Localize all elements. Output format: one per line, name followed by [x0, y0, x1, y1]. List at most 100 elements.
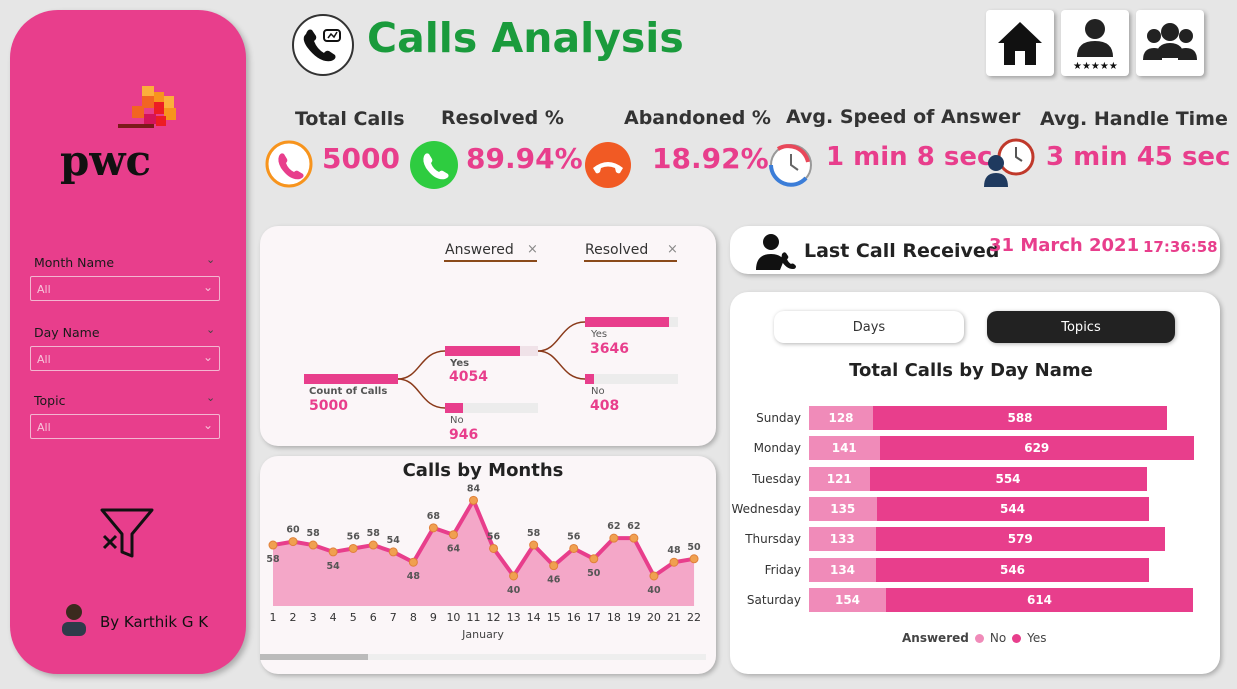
x-tick-label: 13	[507, 611, 521, 624]
x-tick-label: 2	[290, 611, 297, 624]
bar-no[interactable]: 141	[809, 436, 880, 461]
data-point[interactable]	[428, 523, 438, 533]
x-tick-label: 17	[587, 611, 601, 624]
bar-no[interactable]: 121	[809, 466, 870, 491]
data-point[interactable]	[448, 530, 458, 540]
legend-title: Answered	[902, 631, 969, 645]
slicer-label-day: Day Name	[34, 325, 100, 340]
day-slicer-dropdown[interactable]: All ⌄	[30, 346, 220, 371]
x-tick-label: 9	[430, 611, 437, 624]
day-label: Tuesday	[752, 471, 801, 486]
x-tick-label: 22	[687, 611, 701, 624]
data-point[interactable]	[388, 547, 398, 557]
month-slicer-dropdown[interactable]: All ⌄	[30, 276, 220, 301]
month-slicer-value: All	[37, 283, 51, 296]
bar-yes[interactable]: 546	[876, 557, 1149, 582]
chevron-down-icon[interactable]: ⌄	[206, 391, 215, 404]
tree-root-bar[interactable]	[304, 374, 398, 384]
bar-yes[interactable]: 554	[869, 466, 1147, 491]
tree-answered-yes-value: 4054	[449, 369, 488, 385]
phone-hangup-icon	[583, 140, 633, 194]
data-label: 48	[667, 545, 681, 556]
data-label: 60	[286, 525, 300, 536]
page-title: Calls Analysis	[367, 14, 684, 62]
bar-yes[interactable]: 629	[879, 436, 1194, 461]
chevron-down-icon[interactable]: ⌄	[206, 253, 215, 266]
data-point[interactable]	[549, 561, 559, 571]
data-point[interactable]	[469, 495, 478, 505]
phone-ring-icon	[265, 140, 313, 192]
kpi-title-abandoned: Abandoned %	[624, 107, 771, 129]
clock-refresh-icon	[766, 140, 816, 194]
kpi-title-resolved: Resolved %	[441, 107, 564, 129]
bar-yes[interactable]: 579	[875, 527, 1165, 552]
bar-no[interactable]: 133	[809, 527, 876, 552]
data-point[interactable]	[649, 571, 659, 581]
pwc-logo: pwc	[60, 86, 200, 185]
data-point[interactable]	[288, 537, 298, 547]
data-point[interactable]	[268, 540, 278, 550]
home-button[interactable]	[986, 10, 1054, 76]
data-label: 48	[407, 571, 421, 582]
data-label: 50	[687, 542, 701, 553]
day-label: Friday	[764, 562, 801, 577]
data-point[interactable]	[689, 554, 699, 564]
tree-resolved-no-track[interactable]	[585, 374, 678, 384]
data-label: 58	[306, 528, 320, 539]
x-tick-label: 14	[527, 611, 541, 624]
data-point[interactable]	[408, 557, 418, 567]
bar-no[interactable]: 134	[809, 557, 876, 582]
data-point[interactable]	[629, 533, 639, 543]
agent-rating-icon: ★★★★★	[1073, 19, 1118, 71]
pwc-wordmark: pwc	[60, 136, 152, 185]
data-label: 56	[487, 531, 501, 542]
team-button[interactable]	[1136, 10, 1204, 76]
tree-answered-no-track[interactable]	[445, 403, 538, 413]
bar-no[interactable]: 128	[809, 406, 873, 430]
legend-swatch-no	[974, 633, 984, 643]
bar-no[interactable]: 154	[809, 587, 886, 612]
legend-swatch-yes	[1012, 633, 1022, 643]
tree-answered-yes-track[interactable]	[445, 346, 538, 356]
user-phone-icon	[756, 232, 796, 274]
author-avatar	[58, 602, 90, 640]
x-tick-label: 18	[607, 611, 621, 624]
data-point[interactable]	[328, 547, 338, 557]
data-point[interactable]	[589, 554, 599, 564]
tree-resolved-yes-value: 3646	[590, 341, 629, 357]
bar-yes[interactable]: 614	[886, 587, 1193, 612]
topic-slicer-dropdown[interactable]: All ⌄	[30, 414, 220, 439]
data-point[interactable]	[509, 571, 519, 581]
data-point[interactable]	[609, 533, 619, 543]
tree-resolved-yes-track[interactable]	[585, 317, 678, 327]
data-point[interactable]	[569, 543, 579, 553]
x-tick-label: 15	[547, 611, 561, 624]
x-axis-label: January	[462, 628, 504, 641]
data-point[interactable]	[669, 557, 679, 567]
bar-no[interactable]: 135	[809, 496, 877, 521]
data-point[interactable]	[308, 540, 318, 550]
tree-root-value: 5000	[309, 398, 348, 414]
bar-yes[interactable]: 544	[876, 496, 1149, 521]
data-point[interactable]	[368, 540, 378, 550]
clear-filter-icon[interactable]	[96, 506, 158, 566]
data-point[interactable]	[529, 540, 539, 550]
chevron-down-icon[interactable]: ⌄	[206, 323, 215, 336]
author-name: By Karthik G K	[100, 613, 209, 631]
agent-rating-button[interactable]: ★★★★★	[1061, 10, 1129, 76]
data-label: 84	[467, 483, 481, 494]
chevron-down-icon: ⌄	[202, 350, 213, 364]
data-point[interactable]	[489, 543, 499, 553]
kpi-value-handle-time: 3 min 45 sec	[1046, 142, 1231, 172]
data-point[interactable]	[348, 543, 358, 553]
tree-root-label: Count of Calls	[309, 386, 388, 397]
bar-yes[interactable]: 588	[873, 406, 1167, 430]
phone-resolved-icon	[409, 140, 459, 194]
scrollbar-track[interactable]	[260, 654, 706, 660]
day-label: Sunday	[756, 411, 801, 425]
data-label: 56	[347, 531, 361, 542]
day-slicer-value: All	[37, 353, 51, 366]
calls-by-months-card: Calls by Months 58 1 60 2 58 3 54 4 56 5 58 6 54 7 48 8…	[260, 456, 716, 674]
x-tick-label: 16	[567, 611, 581, 624]
scrollbar-thumb[interactable]	[260, 654, 368, 660]
